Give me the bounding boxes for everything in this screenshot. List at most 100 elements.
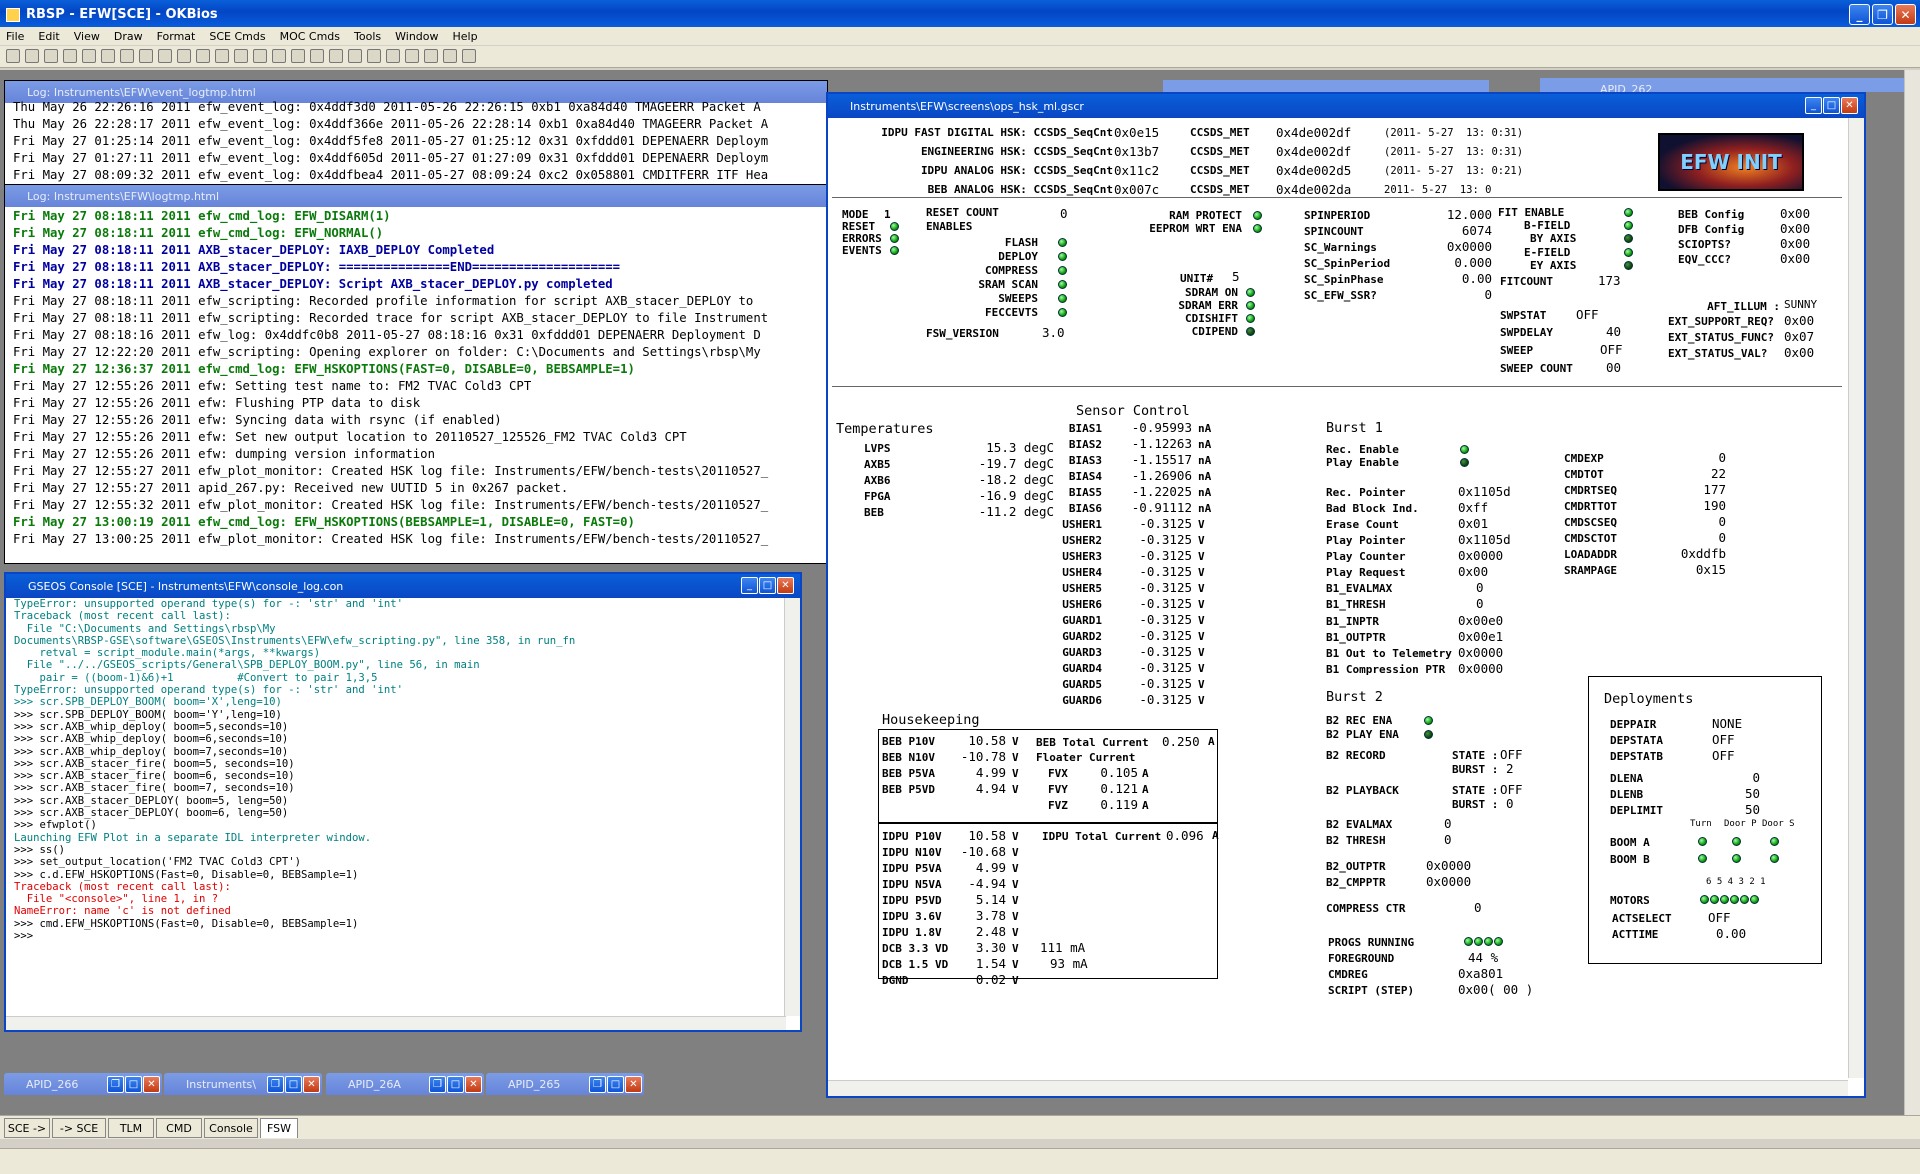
print-icon[interactable] xyxy=(63,49,77,63)
tab-sce[interactable]: SCE -> xyxy=(4,1118,50,1138)
b2-evalmax-label: B2 EVALMAX xyxy=(1326,818,1393,831)
restore-icon[interactable]: ❐ xyxy=(429,1075,446,1093)
menu-item-draw[interactable]: Draw xyxy=(114,30,143,43)
bg-window-apid262[interactable]: APID_262 xyxy=(1540,78,1904,96)
console-close-icon[interactable]: ✕ xyxy=(777,577,794,594)
minimized-window-4[interactable]: APID_265 ❐ □ ✕ xyxy=(486,1073,644,1095)
app-title-bar[interactable]: RBSP - EFW[SCE] - OKBios _ ❐ ✕ xyxy=(0,0,1920,29)
zoom-out-icon[interactable] xyxy=(424,49,438,63)
idpu-unit: V xyxy=(1012,974,1019,987)
pointer-icon[interactable] xyxy=(310,49,324,63)
reset-led xyxy=(890,222,899,231)
zoom-in-icon[interactable] xyxy=(405,49,419,63)
menu-item-view[interactable]: View xyxy=(74,30,100,43)
menu-item-sce-cmds[interactable]: SCE Cmds xyxy=(209,30,265,43)
restore-icon[interactable]: ❐ xyxy=(589,1075,606,1093)
fv-value: 0.119 xyxy=(1100,797,1138,812)
ccsds-met-value: 0x4de002d5 xyxy=(1276,163,1352,178)
menu-item-window[interactable]: Window xyxy=(395,30,438,43)
window-icon[interactable] xyxy=(234,49,248,63)
console-content[interactable]: TypeError: unsupported operand type(s) f… xyxy=(6,598,800,1008)
fv-value: 0.105 xyxy=(1100,765,1138,780)
maximize-icon[interactable]: □ xyxy=(607,1075,624,1093)
console-line: >>> scr.AXB_stacer_fire( boom=7, seconds… xyxy=(14,782,295,795)
hsk-vscrollbar[interactable] xyxy=(1848,118,1864,1078)
boom-b-led xyxy=(1698,854,1707,863)
hsk-window[interactable]: Instruments\EFW\screens\ops_hsk_ml.gscr … xyxy=(826,92,1866,1098)
tab-cmd[interactable]: CMD xyxy=(156,1118,202,1138)
alert-icon[interactable] xyxy=(196,49,210,63)
console-minimize-icon[interactable]: _ xyxy=(741,577,758,594)
console-hscrollbar[interactable] xyxy=(6,1016,786,1030)
minimized-window-2[interactable]: Instruments\ ❐ □ ✕ xyxy=(164,1073,322,1095)
close-icon[interactable]: ✕ xyxy=(625,1075,642,1093)
minimized-window-3[interactable]: APID_26A ❐ □ ✕ xyxy=(326,1073,484,1095)
new-icon[interactable] xyxy=(6,49,20,63)
idpu-unit: V xyxy=(1012,958,1019,971)
grid-icon[interactable] xyxy=(291,49,305,63)
close-icon[interactable]: ✕ xyxy=(1895,4,1916,25)
tab-fsw[interactable]: FSW xyxy=(260,1118,298,1138)
hsk-title-bar[interactable]: Instruments\EFW\screens\ops_hsk_ml.gscr … xyxy=(828,94,1864,118)
main-vscrollbar[interactable] xyxy=(1904,70,1920,1132)
check-icon[interactable] xyxy=(272,49,286,63)
close-icon[interactable]: ✕ xyxy=(303,1075,320,1093)
undo-icon[interactable] xyxy=(82,49,96,63)
minimize-icon[interactable]: _ xyxy=(1849,4,1870,25)
maximize-icon[interactable]: □ xyxy=(125,1075,142,1093)
chart-icon[interactable] xyxy=(253,49,267,63)
hsk-minimize-icon[interactable]: _ xyxy=(1805,97,1822,114)
save-icon[interactable] xyxy=(44,49,58,63)
menu-item-file[interactable]: File xyxy=(6,30,24,43)
console-window[interactable]: GSEOS Console [SCE] - Instruments\EFW\co… xyxy=(4,572,802,1032)
tab-console[interactable]: Console xyxy=(204,1118,258,1138)
delete-icon[interactable] xyxy=(177,49,191,63)
restore-icon[interactable]: ❐ xyxy=(267,1075,284,1093)
tile-icon[interactable] xyxy=(443,49,457,63)
restore-icon[interactable]: ❐ xyxy=(107,1075,124,1093)
close-icon[interactable]: ✕ xyxy=(465,1075,482,1093)
boom-column-label: Door P xyxy=(1724,819,1757,829)
minimized-window-1[interactable]: APID_266 ❐ □ ✕ xyxy=(4,1073,162,1095)
b2-playback-state-label: STATE : xyxy=(1452,784,1499,797)
cascade-icon[interactable] xyxy=(462,49,476,63)
tab-tlm[interactable]: TLM xyxy=(108,1118,154,1138)
menu-item-moc-cmds[interactable]: MOC Cmds xyxy=(280,30,340,43)
idpu-value: 10.58 xyxy=(968,828,1006,843)
menu-item-help[interactable]: Help xyxy=(453,30,478,43)
burst1-label: Play Request xyxy=(1326,566,1406,579)
redo-icon[interactable] xyxy=(101,49,115,63)
pan-icon[interactable] xyxy=(386,49,400,63)
help-icon[interactable] xyxy=(215,49,229,63)
binary-icon[interactable] xyxy=(348,49,362,63)
console-vscrollbar[interactable] xyxy=(784,598,800,1016)
open-icon[interactable] xyxy=(25,49,39,63)
copy-icon[interactable] xyxy=(139,49,153,63)
hsk-hscrollbar[interactable] xyxy=(828,1080,1848,1096)
maximize-icon[interactable]: □ xyxy=(285,1075,302,1093)
hsk-maximize-icon[interactable]: □ xyxy=(1823,97,1840,114)
event-log-window[interactable]: Log: Instruments\EFW\event_logtmp.html T… xyxy=(4,80,828,186)
fv-unit: A xyxy=(1142,767,1149,780)
paste-icon[interactable] xyxy=(158,49,172,63)
maximize-icon[interactable]: □ xyxy=(447,1075,464,1093)
idpu-value: 3.30 xyxy=(975,940,1006,955)
log-title-bar[interactable]: Log: Instruments\EFW\logtmp.html xyxy=(5,185,827,207)
menu-item-edit[interactable]: Edit xyxy=(38,30,59,43)
tab-sce[interactable]: -> SCE xyxy=(52,1118,106,1138)
cut-icon[interactable] xyxy=(120,49,134,63)
rect-icon[interactable] xyxy=(367,49,381,63)
menu-item-tools[interactable]: Tools xyxy=(354,30,381,43)
close-icon[interactable]: ✕ xyxy=(143,1075,160,1093)
log-window[interactable]: Log: Instruments\EFW\logtmp.html Fri May… xyxy=(4,184,828,564)
console-line: >>> set_output_location('FM2 TVAC Cold3 … xyxy=(14,856,302,869)
console-maximize-icon[interactable]: □ xyxy=(759,577,776,594)
hsk-close-icon[interactable]: ✕ xyxy=(1841,97,1858,114)
restore-icon[interactable]: ❐ xyxy=(1872,4,1893,25)
text-icon[interactable] xyxy=(329,49,343,63)
beb-unit: V xyxy=(1012,767,1019,780)
menu-item-format[interactable]: Format xyxy=(157,30,196,43)
idpu-label: IDPU P5VA xyxy=(882,862,942,875)
console-title-bar[interactable]: GSEOS Console [SCE] - Instruments\EFW\co… xyxy=(6,574,800,598)
log-line: Fri May 27 08:18:16 2011 efw_log: 0x4ddf… xyxy=(13,328,761,342)
